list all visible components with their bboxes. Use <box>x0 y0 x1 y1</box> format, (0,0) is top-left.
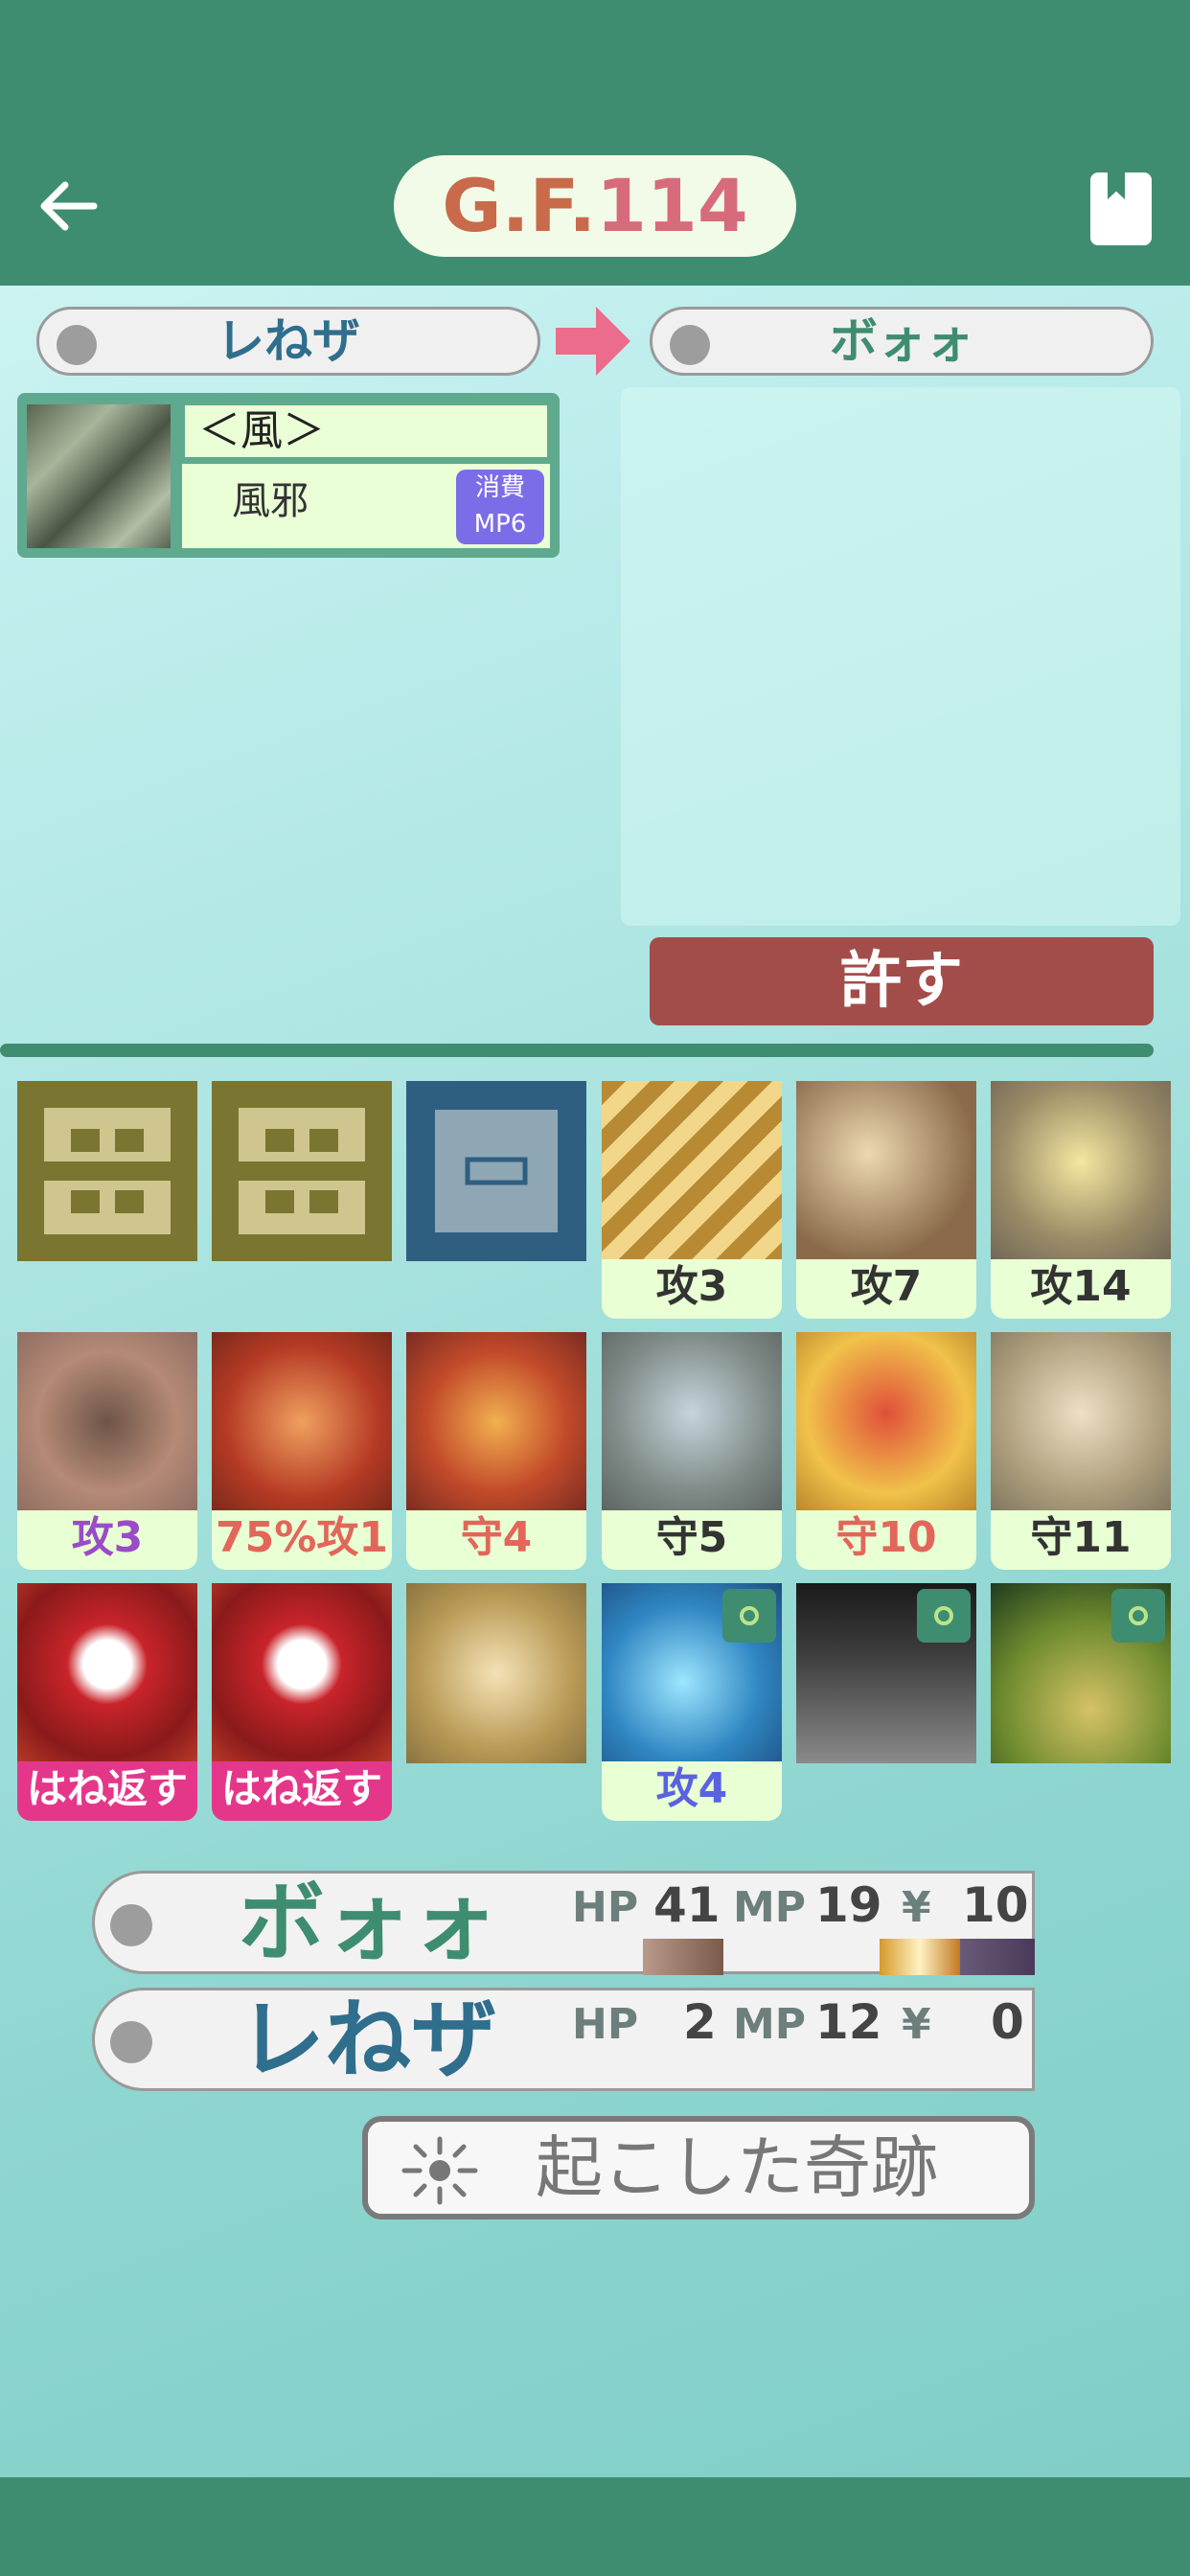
demon-shield-card-image <box>796 1332 976 1512</box>
miracles-button[interactable]: 起こした奇跡 <box>362 2116 1035 2220</box>
card-label: 守5 <box>602 1510 782 1570</box>
card-label: はね返す <box>17 1761 197 1821</box>
wind-spell-image <box>27 404 171 548</box>
mp-value: 19 <box>815 1877 882 1933</box>
card-label: 攻4 <box>602 1761 782 1821</box>
bottom-bar <box>0 2477 1190 2576</box>
hp-label: HP <box>572 2000 639 2049</box>
active-spell: ＜風＞ 風邪 消費 MP6 <box>17 393 560 558</box>
morningstar-card-image <box>991 1081 1171 1261</box>
card-thumb <box>880 1939 960 1975</box>
card-slot-8[interactable]: 75%攻1 <box>212 1332 392 1570</box>
bomb-card-image <box>212 1332 392 1512</box>
sword-card-image <box>602 1081 782 1261</box>
card-slot-16[interactable]: 攻4 <box>602 1583 782 1821</box>
mp-label: MP <box>733 1883 807 1932</box>
card-slot-4[interactable]: 攻3 <box>602 1081 782 1319</box>
hp-value: 41 <box>653 1877 721 1933</box>
card-label: 75%攻1 <box>212 1510 392 1570</box>
card-label: 攻14 <box>991 1259 1171 1319</box>
spear-card-image <box>17 1332 197 1512</box>
fire-helmet-card-image <box>406 1332 586 1512</box>
card-slot-13[interactable]: はね返す <box>17 1583 197 1821</box>
forgive-button[interactable]: 許す <box>650 937 1154 1025</box>
card-label: 攻7 <box>796 1259 976 1319</box>
card-label: 守11 <box>991 1510 1171 1570</box>
player-name: ボォォ <box>239 1873 497 1973</box>
money-label: ¥ <box>902 2000 931 2049</box>
money-label: ¥ <box>902 1883 931 1932</box>
card-slot-2[interactable] <box>212 1081 392 1261</box>
spell-name: 風邪 <box>232 479 309 523</box>
plate-armor-card-image <box>991 1332 1171 1512</box>
card-slot-17[interactable] <box>796 1583 976 1763</box>
target-pill: ボォォ <box>650 307 1154 376</box>
card-slot-6[interactable]: 攻14 <box>991 1081 1171 1319</box>
player-row-self: レねザ HP 2 MP 12 ¥ 0 <box>92 1988 1035 2091</box>
reflect-card-image <box>17 1583 197 1763</box>
caster-status-dot <box>57 325 97 365</box>
miracle-marker-icon <box>722 1589 776 1643</box>
player-status-dot <box>110 2021 152 2063</box>
miracle-marker-icon <box>917 1589 971 1643</box>
caster-pill: レねザ <box>36 307 540 376</box>
miracles-label: 起こした奇跡 <box>536 2128 938 2207</box>
title-prefix: G.F. <box>442 163 597 248</box>
card-slot-3[interactable] <box>406 1081 586 1261</box>
miracle-marker-icon <box>1111 1589 1165 1643</box>
card-slot-1[interactable] <box>17 1081 197 1261</box>
card-slot-10[interactable]: 守5 <box>602 1332 782 1570</box>
money-value: 0 <box>991 1994 1024 2050</box>
sparkle-icon <box>401 2136 478 2205</box>
target-status-dot <box>670 325 710 365</box>
card-slot-12[interactable]: 守11 <box>991 1332 1171 1570</box>
card-label: 守4 <box>406 1510 586 1570</box>
hp-label: HP <box>572 1883 639 1932</box>
spell-category: ＜風＞ <box>182 402 550 460</box>
target-name: ボォォ <box>830 313 973 369</box>
card-slot-18[interactable] <box>991 1583 1171 1763</box>
game-title: G.F.114 <box>394 155 796 257</box>
card-slot-15[interactable] <box>406 1583 586 1763</box>
money-value: 10 <box>962 1877 1029 1933</box>
card-label: はね返す <box>212 1761 392 1821</box>
mp-value: 12 <box>815 1994 882 2050</box>
caster-name: レねザ <box>217 313 360 369</box>
mp-label: MP <box>733 2000 807 2049</box>
player-name: レねザ <box>239 1990 497 2090</box>
target-response-panel <box>621 387 1180 926</box>
card-thumb <box>643 1939 723 1975</box>
spell-cost-badge: 消費 MP6 <box>456 470 544 544</box>
hp-value: 2 <box>683 1994 717 2050</box>
card-slot-14[interactable]: はね返す <box>212 1583 392 1821</box>
bookmark-icon[interactable] <box>1090 172 1152 245</box>
card-thumb <box>960 1939 1035 1975</box>
player-row-opponent: ボォォ HP 41 MP 19 ¥ 10 <box>92 1871 1035 1975</box>
card-slot-11[interactable]: 守10 <box>796 1332 976 1570</box>
target-arrow-icon <box>556 307 630 376</box>
card-label: 守10 <box>796 1510 976 1570</box>
back-arrow-icon[interactable] <box>34 172 102 240</box>
divider <box>0 1044 1154 1057</box>
card-slot-9[interactable]: 守4 <box>406 1332 586 1570</box>
armor-card-image <box>602 1332 782 1512</box>
title-number: 114 <box>596 163 748 248</box>
dagger-card-image <box>796 1081 976 1261</box>
card-label: 攻3 <box>17 1510 197 1570</box>
card-slot-5[interactable]: 攻7 <box>796 1081 976 1319</box>
ornament-card-image <box>406 1583 586 1763</box>
card-label: 攻3 <box>602 1259 782 1319</box>
card-slot-7[interactable]: 攻3 <box>17 1332 197 1570</box>
player-status-dot <box>110 1904 152 1946</box>
reflect-card-image <box>212 1583 392 1763</box>
